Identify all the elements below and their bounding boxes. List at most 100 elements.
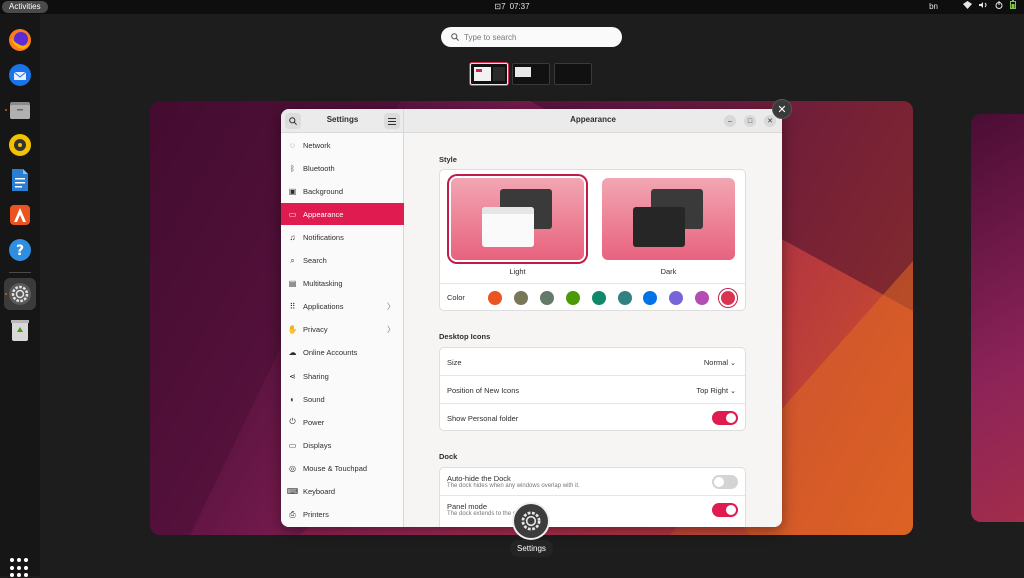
sidebar-item-sharing[interactable]: ⋖ Sharing xyxy=(281,365,404,387)
sidebar-item-bluetooth[interactable]: ᛒ Bluetooth xyxy=(281,157,404,179)
accent-color-swatch[interactable] xyxy=(643,291,658,305)
personal-folder-toggle[interactable] xyxy=(712,411,738,425)
appearance-page: Style Light Dark Color Desktop Icons Siz… xyxy=(404,133,782,527)
language-indicator[interactable]: bn xyxy=(929,0,938,14)
dock-writer[interactable] xyxy=(4,164,36,196)
firefox-icon xyxy=(9,29,31,51)
panel-mode-row[interactable]: Panel mode The dock extends to the scree… xyxy=(440,496,745,524)
sidebar-item-keyboard[interactable]: ⌨ Keyboard xyxy=(281,481,404,503)
desktop-icons-card: Size Normal ⌄ Position of New Icons Top … xyxy=(439,347,746,431)
icon-size-dropdown[interactable]: Normal ⌄ xyxy=(704,358,736,367)
display-icon: ▭ xyxy=(288,440,297,450)
autohide-row[interactable]: Auto-hide the Dock The dock hides when a… xyxy=(440,468,745,496)
dock-software[interactable] xyxy=(4,199,36,231)
accent-color-swatch[interactable] xyxy=(617,291,632,305)
sidebar-item-label: Multitasking xyxy=(303,279,343,289)
accent-color-swatch[interactable] xyxy=(565,291,580,305)
sidebar-item-label: Displays xyxy=(303,440,332,450)
accent-color-swatch[interactable] xyxy=(591,291,606,305)
sidebar-item-label: Appearance xyxy=(303,209,344,219)
sidebar-item-applications[interactable]: ⠿ Applications 〉 xyxy=(281,296,404,318)
accent-color-swatch[interactable] xyxy=(721,291,736,305)
overview-search[interactable] xyxy=(441,27,622,47)
chevron-right-icon: 〉 xyxy=(387,325,395,335)
window-app-icon xyxy=(514,504,548,538)
sidebar-item-appearance[interactable]: ▭ Appearance xyxy=(281,203,404,226)
settings-icon xyxy=(521,511,541,531)
sidebar-item-sound[interactable]: ◐ Sound xyxy=(281,388,404,410)
accent-color-swatch[interactable] xyxy=(513,291,528,305)
icon-position-dropdown[interactable]: Top Right ⌄ xyxy=(696,386,736,395)
accent-color-swatch[interactable] xyxy=(695,291,710,305)
show-apps-icon[interactable] xyxy=(10,558,30,578)
panel-mode-toggle[interactable] xyxy=(712,503,738,517)
search-input[interactable] xyxy=(464,32,614,42)
power-icon: ⏻ xyxy=(289,417,296,427)
autohide-toggle[interactable] xyxy=(712,475,738,489)
dock-settings[interactable] xyxy=(4,278,36,310)
sidebar-item-displays[interactable]: ▭ Displays xyxy=(281,434,404,456)
dock-firefox[interactable] xyxy=(4,24,36,56)
clock-time: 07:37 xyxy=(509,2,530,11)
workspace-thumbnail-3[interactable] xyxy=(554,63,592,85)
sidebar-item-printers[interactable]: ⎙ Printers xyxy=(281,504,404,526)
icon-position-label: Position of New Icons xyxy=(447,386,520,395)
sidebar-item-label: Keyboard xyxy=(303,487,336,496)
thunderbird-icon xyxy=(9,64,31,86)
maximize-button[interactable]: □ xyxy=(744,115,756,127)
dock-help[interactable]: ? xyxy=(4,234,36,266)
sidebar-item-label: Privacy xyxy=(303,325,328,335)
style-light-option[interactable] xyxy=(451,178,584,260)
style-dark-option[interactable] xyxy=(602,178,735,260)
style-heading: Style xyxy=(439,155,457,164)
settings-window[interactable]: Settings ◌ Network ᛒ Bluetooth ▣ Background ▭ A… xyxy=(281,109,782,527)
personal-folder-row[interactable]: Show Personal folder xyxy=(440,404,745,432)
light-preview-titlebar xyxy=(482,207,534,214)
sidebar-item-network[interactable]: ◌ Network xyxy=(281,134,404,156)
sidebar-item-multitasking[interactable]: ▤ Multitasking xyxy=(281,273,404,295)
dock-separator xyxy=(9,272,31,273)
icon-size-row[interactable]: Size Normal ⌄ xyxy=(440,348,745,376)
next-workspace-preview[interactable] xyxy=(971,114,1024,522)
accent-color-row: Color xyxy=(440,283,745,311)
hamburger-icon xyxy=(388,117,396,125)
settings-icon xyxy=(9,283,31,305)
window-caption: Settings xyxy=(510,540,553,557)
sidebar-item-label: Power xyxy=(303,417,325,427)
workspace-thumbnail-2[interactable] xyxy=(512,63,550,85)
speaker-icon: ◐ xyxy=(290,394,295,404)
menu-button[interactable] xyxy=(384,113,400,129)
workspace-thumbnail-1[interactable] xyxy=(470,63,508,85)
running-indicator xyxy=(5,109,7,111)
icon-position-row[interactable]: Position of New Icons Top Right ⌄ xyxy=(440,376,745,404)
maximize-icon: □ xyxy=(747,117,753,125)
sidebar-item-privacy[interactable]: ✋ Privacy 〉 xyxy=(281,319,404,341)
accent-color-swatch[interactable] xyxy=(669,291,684,305)
dock-rhythmbox[interactable] xyxy=(4,129,36,161)
system-tray[interactable]: bn xyxy=(929,0,1016,14)
workspace-indicator: ⊡7 xyxy=(494,2,506,11)
style-card: Light Dark Color xyxy=(439,169,746,311)
dock-trash[interactable] xyxy=(4,314,36,346)
sidebar-item-notifications[interactable]: ♫ Notifications xyxy=(281,226,404,248)
close-button[interactable]: ✕ xyxy=(764,115,776,127)
minimize-button[interactable]: – xyxy=(724,115,736,127)
dock-thunderbird[interactable] xyxy=(4,59,36,91)
sidebar-item-label: Notifications xyxy=(303,232,344,242)
dark-preview-front xyxy=(633,207,685,247)
dock-files[interactable] xyxy=(4,94,36,126)
running-indicator xyxy=(5,293,7,295)
sidebar-item-power[interactable]: ⏻ Power xyxy=(281,411,404,433)
close-window-button[interactable]: ✕ xyxy=(772,99,792,119)
activities-button[interactable]: Activities xyxy=(2,1,48,13)
sidebar-item-mouse-touchpad[interactable]: ◎ Mouse & Touchpad xyxy=(281,457,404,479)
applications-icon: ⠿ xyxy=(289,302,296,312)
chevron-right-icon: 〉 xyxy=(387,302,395,312)
power-icon xyxy=(995,0,1003,14)
accent-color-swatch[interactable] xyxy=(539,291,554,305)
accent-color-swatch[interactable] xyxy=(488,291,502,305)
sidebar-item-background[interactable]: ▣ Background xyxy=(281,180,404,202)
clock[interactable]: ⊡7 07:37 xyxy=(494,0,529,14)
sidebar-item-search[interactable]: ⌕ Search xyxy=(281,250,404,272)
sidebar-item-online-accounts[interactable]: ☁ Online Accounts xyxy=(281,342,404,364)
